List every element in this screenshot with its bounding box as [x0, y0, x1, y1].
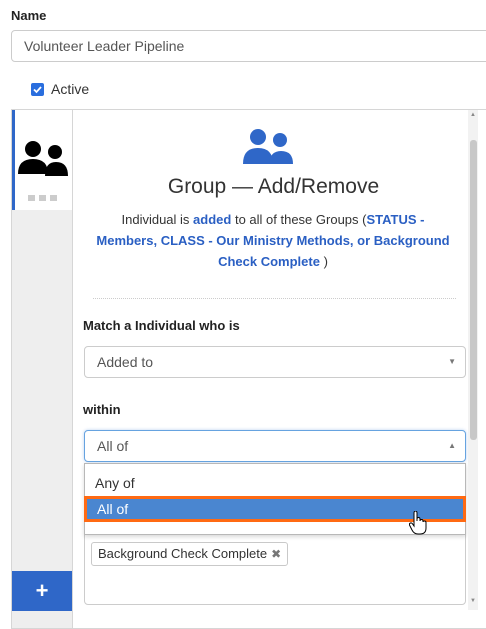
- action-title: Group — Add/Remove: [167, 175, 380, 198]
- match-select[interactable]: Added to ▼: [84, 346, 466, 378]
- caret-down-icon: ▼: [448, 357, 456, 366]
- action-sidebar: +: [12, 110, 72, 628]
- action-panel: + Group — Add/Remove Individual is added…: [11, 109, 486, 629]
- active-label: Active: [51, 81, 90, 97]
- add-action-button[interactable]: +: [12, 571, 72, 611]
- within-select[interactable]: All of ▲: [84, 430, 466, 462]
- drag-handle[interactable]: [28, 195, 57, 201]
- group-tag: Background Check Complete ✖: [91, 542, 289, 566]
- active-checkbox-row[interactable]: Active: [31, 81, 89, 97]
- users-icon: [18, 141, 68, 176]
- scrollbar[interactable]: ▲ ▼: [468, 110, 478, 610]
- group-icon: [243, 129, 293, 164]
- divider: [93, 298, 456, 299]
- action-tile-group[interactable]: [12, 110, 72, 210]
- within-label: within: [83, 402, 121, 417]
- active-checkbox[interactable]: [31, 82, 44, 96]
- remove-tag-icon[interactable]: ✖: [271, 547, 281, 561]
- name-label: Name: [11, 8, 47, 23]
- action-content: Group — Add/Remove Individual is added t…: [72, 110, 478, 628]
- match-label: Match a Individual who is: [83, 318, 240, 333]
- scroll-thumb[interactable]: [470, 140, 477, 440]
- hand-cursor-icon: [409, 511, 427, 535]
- scroll-up-icon[interactable]: ▲: [470, 112, 476, 118]
- caret-up-icon: ▲: [448, 441, 456, 450]
- check-icon: [33, 85, 42, 93]
- name-input[interactable]: Volunteer Leader Pipeline: [11, 30, 486, 62]
- action-description: Individual is added to all of these Grou…: [96, 212, 450, 269]
- scroll-down-icon[interactable]: ▼: [470, 598, 476, 604]
- dropdown-option-any-of[interactable]: Any of: [85, 470, 465, 496]
